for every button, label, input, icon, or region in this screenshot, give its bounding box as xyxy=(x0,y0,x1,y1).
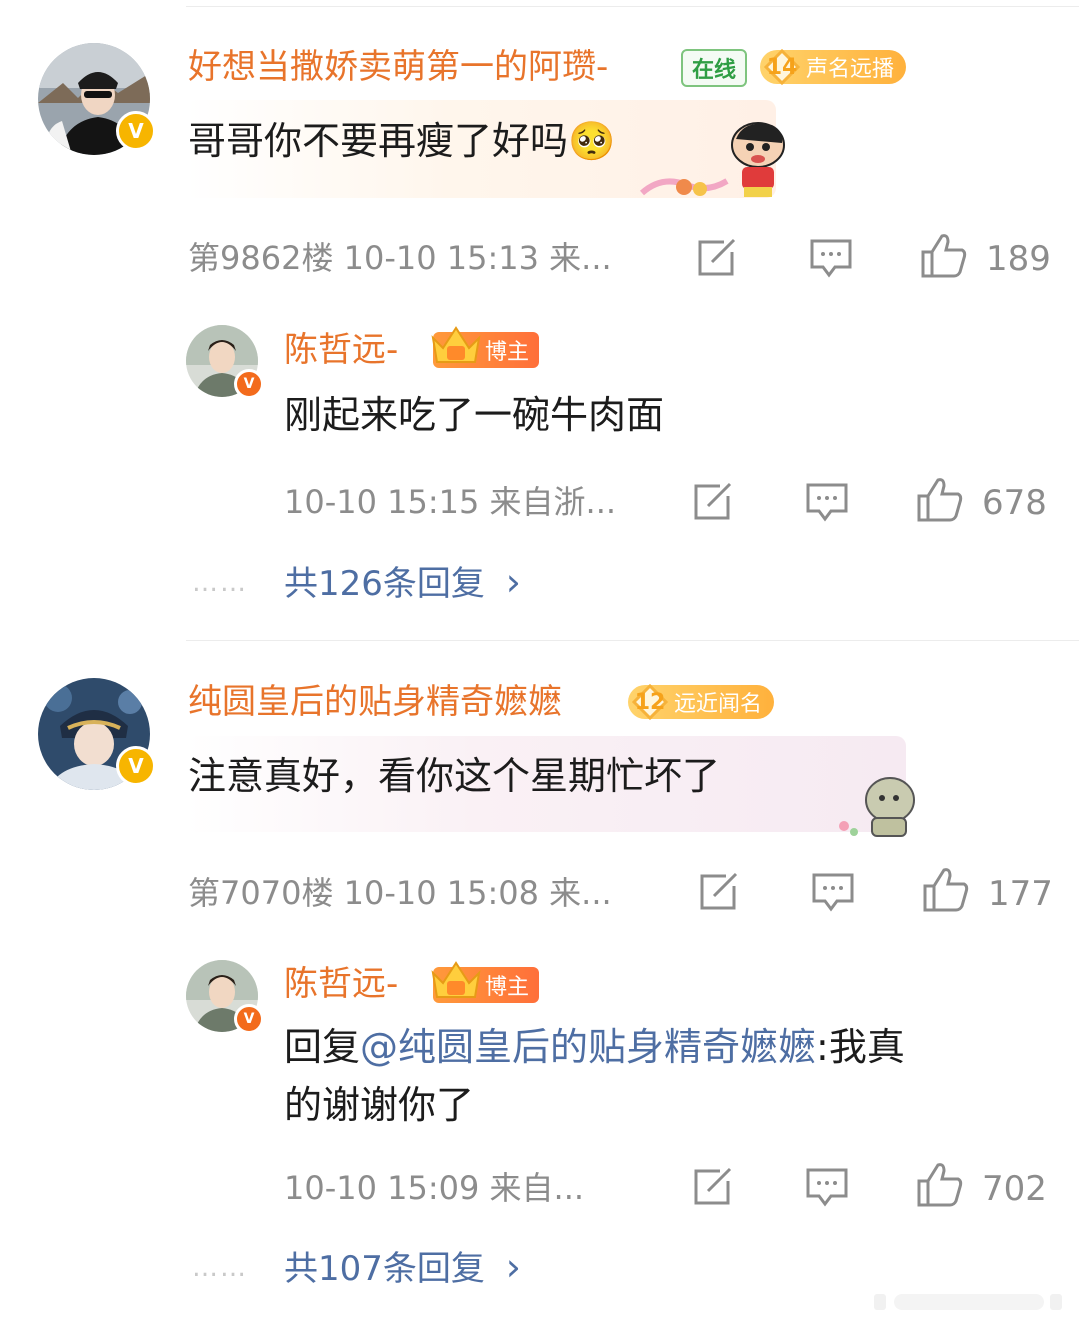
reply-1-like-count: 678 xyxy=(982,483,1047,523)
reply-2-avatar[interactable]: V xyxy=(186,960,264,1034)
reply-text-rest: :我真 xyxy=(816,1025,905,1069)
top-divider xyxy=(186,6,1079,7)
cartoon-sticker-icon xyxy=(839,777,915,837)
reply-prefix: 回复 xyxy=(284,1025,361,1069)
mention-link[interactable]: @纯圆皇后的贴身精奇嬷嬷 xyxy=(360,1025,816,1069)
reply-2-time: 10-10 15:09 来自... xyxy=(284,1169,585,1207)
thumbs-up-icon[interactable] xyxy=(922,866,970,912)
more-replies-dots: …… xyxy=(192,568,248,598)
blogger-badge: 博主 xyxy=(431,326,540,368)
comment-1-avatar[interactable]: V xyxy=(38,43,156,155)
comment-icon[interactable] xyxy=(811,872,855,912)
thumbs-up-icon[interactable] xyxy=(916,476,964,522)
fan-level-badge: 14 声名远播 xyxy=(760,47,907,87)
chevron-right-icon: › xyxy=(505,1245,521,1289)
reply-2-username[interactable]: 陈哲远- xyxy=(284,967,398,1001)
more-replies-label: 共107条回复 xyxy=(284,1249,485,1289)
level-number: 12 xyxy=(630,682,670,722)
blogger-badge-label: 博主 xyxy=(485,975,530,1000)
share-icon[interactable] xyxy=(698,872,740,912)
comment-2-text: 注意真好，看你这个星期忙坏了 xyxy=(188,754,721,798)
share-icon[interactable] xyxy=(692,482,734,522)
blogger-badge: 博主 xyxy=(431,961,540,1003)
chevron-right-icon: › xyxy=(505,560,521,604)
comment-1-floor-time: 第9862楼 10-10 15:13 来... xyxy=(188,239,612,277)
more-replies-link[interactable]: 共107条回复 › xyxy=(284,1248,521,1286)
comment-1-username[interactable]: 好想当撒娇卖萌第一的阿瓒- xyxy=(188,50,608,84)
level-number: 14 xyxy=(762,47,802,87)
reply-1-username[interactable]: 陈哲远- xyxy=(284,333,398,367)
blogger-badge-label: 博主 xyxy=(485,340,530,365)
reply-1-time: 10-10 15:15 来自浙... xyxy=(284,483,617,521)
comment-icon[interactable] xyxy=(805,482,849,522)
thumbs-up-icon[interactable] xyxy=(916,1161,964,1207)
crown-icon xyxy=(431,961,481,998)
fan-level-badge: 12 远近闻名 xyxy=(628,682,775,722)
reply-2-text-line2: 的谢谢你了 xyxy=(284,1083,475,1127)
reply-1-avatar[interactable]: V xyxy=(186,325,264,399)
comment-1-text: 哥哥你不要再瘦了好吗🥺 xyxy=(188,119,616,163)
verified-badge-icon: V xyxy=(116,746,156,786)
verified-badge-icon: V xyxy=(116,111,156,151)
verified-badge-icon: V xyxy=(234,1004,264,1034)
verified-badge-icon: V xyxy=(234,369,264,399)
comment-2-floor-time: 第7070楼 10-10 15:08 来... xyxy=(188,874,612,912)
crown-icon xyxy=(431,326,481,363)
comment-divider xyxy=(186,640,1079,641)
thumbs-up-icon[interactable] xyxy=(920,232,968,278)
more-replies-label: 共126条回复 xyxy=(284,564,485,604)
comment-1-like-count: 189 xyxy=(986,239,1051,279)
comment-2-username[interactable]: 纯圆皇后的贴身精奇嬷嬷 xyxy=(188,685,562,719)
share-icon[interactable] xyxy=(692,1167,734,1207)
level-title: 远近闻名 xyxy=(674,692,763,717)
scroll-indicator-icon xyxy=(874,1294,1062,1310)
more-replies-link[interactable]: 共126条回复 › xyxy=(284,563,521,601)
share-icon[interactable] xyxy=(696,238,738,278)
comment-2-avatar[interactable]: V xyxy=(38,678,156,790)
reply-1-text: 刚起来吃了一碗牛肉面 xyxy=(284,393,665,437)
online-status-badge: 在线 xyxy=(681,49,747,87)
more-replies-dots: …… xyxy=(192,1253,248,1283)
reply-2-text-line1: 回复@纯圆皇后的贴身精奇嬷嬷:我真 xyxy=(284,1020,905,1075)
comment-icon[interactable] xyxy=(805,1167,849,1207)
comment-icon[interactable] xyxy=(809,238,853,278)
comment-2-like-count: 177 xyxy=(988,874,1053,914)
reply-2-like-count: 702 xyxy=(982,1169,1047,1209)
level-title: 声名远播 xyxy=(806,57,895,82)
cartoon-sticker-icon xyxy=(639,122,785,197)
